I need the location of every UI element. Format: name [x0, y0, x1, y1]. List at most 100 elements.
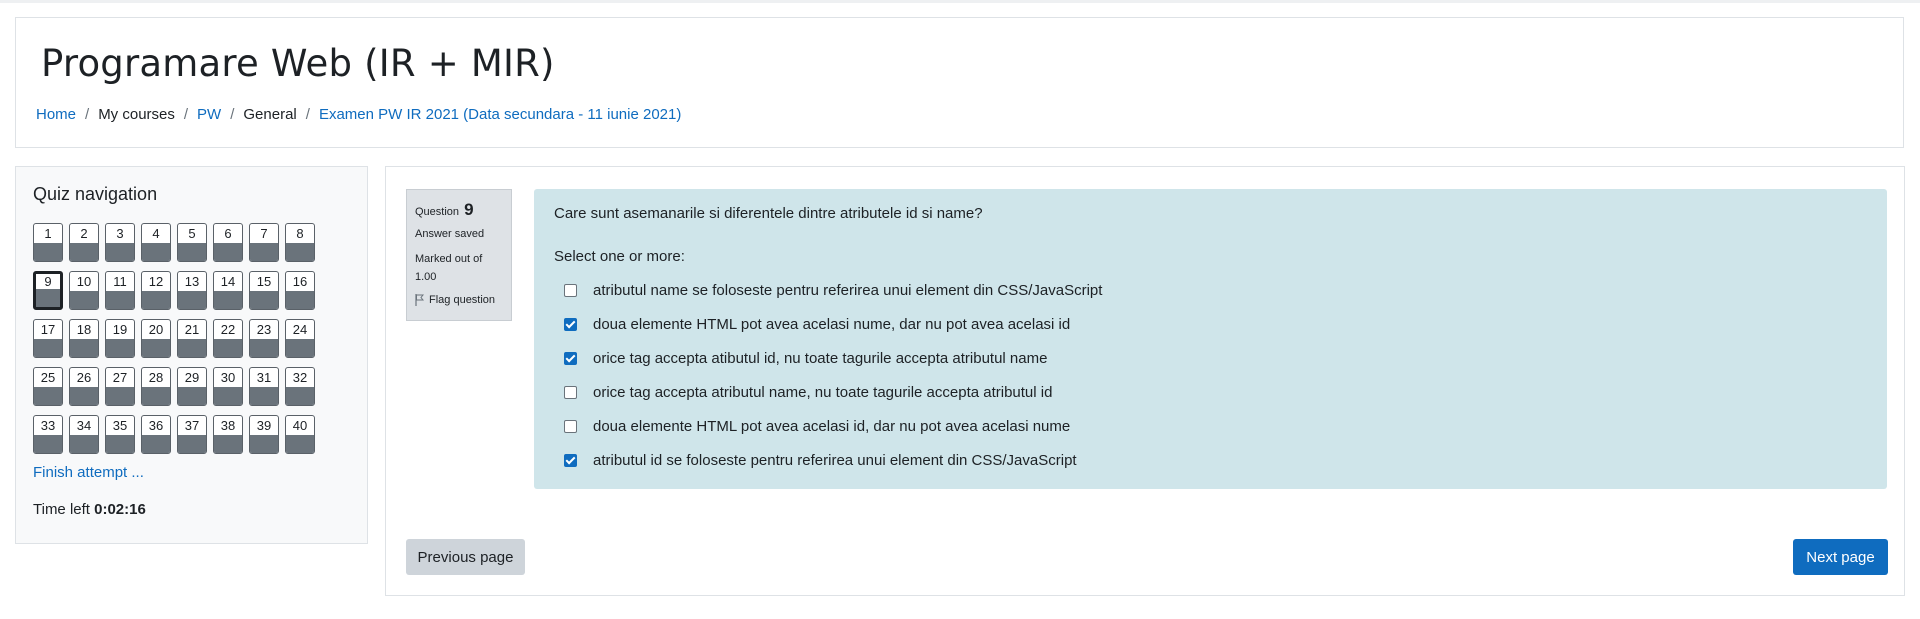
question-nav-number: 20 [148, 322, 164, 337]
previous-page-button[interactable]: Previous page [406, 539, 525, 575]
question-nav-number: 38 [220, 418, 236, 433]
question-nav-button[interactable]: 5 [177, 223, 207, 262]
question-nav-number: 30 [220, 370, 236, 385]
question-nav-button[interactable]: 6 [213, 223, 243, 262]
question-nav-button[interactable]: 31 [249, 367, 279, 406]
question-nav-button[interactable]: 34 [69, 415, 99, 454]
question-nav-number: 21 [184, 322, 200, 337]
answered-indicator [106, 339, 134, 357]
question-nav-button[interactable]: 7 [249, 223, 279, 262]
answer-option: doua elemente HTML pot avea acelasi nume… [554, 307, 1867, 341]
question-content: Care sunt asemanarile si diferentele din… [534, 189, 1887, 489]
quiz-navigation-title: Quiz navigation [33, 184, 158, 204]
answered-indicator [178, 291, 206, 309]
question-nav-button[interactable]: 20 [141, 319, 171, 358]
question-nav-button[interactable]: 14 [213, 271, 243, 310]
question-nav-button[interactable]: 16 [285, 271, 315, 310]
question-state: Answer saved [415, 228, 485, 240]
question-nav-button[interactable]: 11 [105, 271, 135, 310]
question-nav-button[interactable]: 30 [213, 367, 243, 406]
question-nav-number: 36 [148, 418, 164, 433]
question-nav-button[interactable]: 8 [285, 223, 315, 262]
question-nav-number: 6 [224, 226, 232, 241]
question-nav-button[interactable]: 2 [69, 223, 99, 262]
answer-option-label[interactable]: atributul name se foloseste pentru refer… [593, 282, 1102, 299]
question-nav-number: 25 [40, 370, 56, 385]
question-nav-number: 8 [296, 226, 304, 241]
question-nav-button[interactable]: 10 [69, 271, 99, 310]
question-nav-button[interactable]: 28 [141, 367, 171, 406]
answer-option: orice tag accepta atibutul id, nu toate … [554, 341, 1867, 375]
page-header: Programare Web (IR + MIR) Home / My course… [15, 17, 1904, 148]
answer-option-label[interactable]: orice tag accepta atibutul id, nu toate … [593, 350, 1047, 367]
question-nav-button[interactable]: 22 [213, 319, 243, 358]
answer-checkbox[interactable] [564, 385, 577, 399]
question-nav-button[interactable]: 33 [33, 415, 63, 454]
answered-indicator [178, 387, 206, 405]
question-nav-number: 37 [184, 418, 200, 433]
breadcrumb-item[interactable]: Examen PW IR 2021 (Data secundara - 11 i… [319, 106, 681, 123]
answer-checkbox[interactable] [564, 351, 577, 365]
top-border [0, 0, 1920, 3]
question-nav-button[interactable]: 4 [141, 223, 171, 262]
question-nav-number: 14 [220, 274, 236, 289]
question-number-line: Question 9 [415, 200, 503, 220]
breadcrumb-separator: / [230, 106, 235, 123]
answered-indicator [214, 243, 242, 261]
answered-indicator [178, 243, 206, 261]
flag-icon [415, 294, 424, 306]
answered-indicator [142, 339, 170, 357]
question-nav-button[interactable]: 26 [69, 367, 99, 406]
question-nav-button[interactable]: 35 [105, 415, 135, 454]
answered-indicator [106, 435, 134, 453]
answer-option-label[interactable]: doua elemente HTML pot avea acelasi id, … [593, 418, 1070, 435]
question-nav-button[interactable]: 19 [105, 319, 135, 358]
answer-option-label[interactable]: atributul id se foloseste pentru referir… [593, 452, 1077, 469]
question-nav-number: 31 [256, 370, 272, 385]
question-nav-button[interactable]: 25 [33, 367, 63, 406]
question-nav-button[interactable]: 37 [177, 415, 207, 454]
question-nav-button[interactable]: 27 [105, 367, 135, 406]
marked-out-of-label: Marked out of [415, 253, 483, 265]
question-nav-number: 29 [184, 370, 200, 385]
answered-indicator [34, 243, 62, 261]
answer-checkbox[interactable] [564, 419, 577, 433]
answer-checkbox[interactable] [564, 283, 577, 297]
question-nav-button[interactable]: 13 [177, 271, 207, 310]
question-nav-button[interactable]: 18 [69, 319, 99, 358]
answer-option-label[interactable]: orice tag accepta atributul name, nu toa… [593, 384, 1052, 401]
breadcrumb-item[interactable]: PW [197, 106, 221, 123]
question-nav-button[interactable]: 39 [249, 415, 279, 454]
flag-question-button[interactable]: Flag question [415, 294, 503, 306]
question-nav-button[interactable]: 15 [249, 271, 279, 310]
answered-indicator [106, 291, 134, 309]
question-nav-button[interactable]: 29 [177, 367, 207, 406]
next-page-button[interactable]: Next page [1793, 539, 1888, 575]
answer-options: atributul name se foloseste pentru refer… [554, 273, 1867, 477]
question-nav-button[interactable]: 24 [285, 319, 315, 358]
question-nav-button[interactable]: 12 [141, 271, 171, 310]
finish-attempt-link[interactable]: Finish attempt ... [33, 464, 144, 481]
question-nav-button[interactable]: 23 [249, 319, 279, 358]
question-nav-number: 34 [76, 418, 92, 433]
breadcrumb-item[interactable]: Home [36, 106, 76, 123]
answer-checkbox[interactable] [564, 317, 577, 331]
question-nav-button[interactable]: 36 [141, 415, 171, 454]
question-nav-button[interactable]: 9 [33, 271, 63, 310]
question-nav-button[interactable]: 17 [33, 319, 63, 358]
answer-option-label[interactable]: doua elemente HTML pot avea acelasi nume… [593, 316, 1070, 333]
question-nav-button[interactable]: 3 [105, 223, 135, 262]
answered-indicator [70, 291, 98, 309]
question-nav-button[interactable]: 1 [33, 223, 63, 262]
question-nav-number: 22 [220, 322, 236, 337]
question-nav-button[interactable]: 32 [285, 367, 315, 406]
question-nav-button[interactable]: 40 [285, 415, 315, 454]
answered-indicator [106, 387, 134, 405]
main-region: Question 9 Answer saved Marked out of 1.… [385, 166, 1905, 596]
question-nav-button[interactable]: 38 [213, 415, 243, 454]
answer-checkbox[interactable] [564, 453, 577, 467]
question-nav-button[interactable]: 21 [177, 319, 207, 358]
question-nav-number: 19 [112, 322, 128, 337]
question-nav-number: 23 [256, 322, 272, 337]
question-button-grid: 1 2 3 4 5 6 7 8 9 10 11 12 13 14 15 16 17 18 19 20 21 22 23 24 2… [33, 223, 315, 454]
